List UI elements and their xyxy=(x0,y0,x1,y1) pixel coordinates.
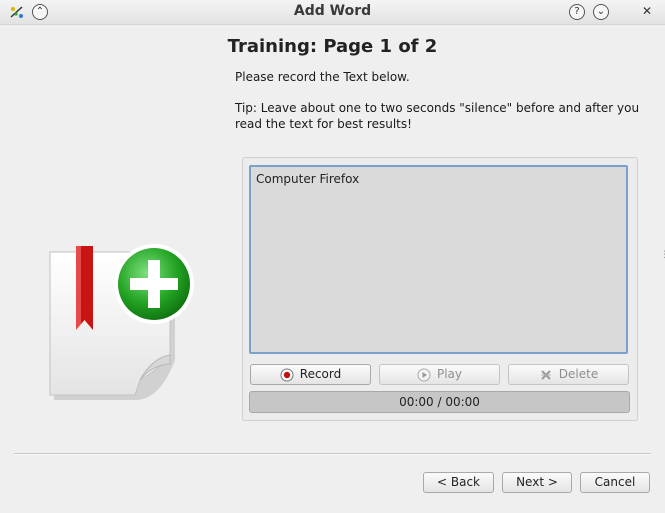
resize-grip[interactable]: ⋮ xyxy=(660,250,665,264)
recording-time: 00:00 / 00:00 xyxy=(399,395,480,409)
chevron-down-icon: ⌄ xyxy=(596,6,606,17)
page-title: Training: Page 1 of 2 xyxy=(227,36,438,57)
next-label: Next > xyxy=(516,475,558,489)
back-button[interactable]: < Back xyxy=(423,472,494,493)
back-label: < Back xyxy=(436,475,480,489)
cancel-button[interactable]: Cancel xyxy=(580,472,650,493)
window-menu-button[interactable]: ⌄ xyxy=(593,4,609,20)
window-title: Add Word xyxy=(293,3,372,19)
prompt-text: Computer Firefox xyxy=(256,172,360,186)
title-bar: ⌃ Add Word ? ⌄ ✕ xyxy=(0,0,665,25)
delete-icon xyxy=(540,369,551,380)
close-button[interactable]: ✕ xyxy=(640,4,654,18)
help-button[interactable]: ? xyxy=(569,4,585,20)
record-button[interactable]: Record xyxy=(250,364,371,385)
prompt-text-area[interactable]: Computer Firefox xyxy=(249,165,628,354)
instruction-text: Please record the Text below. xyxy=(235,70,410,84)
delete-label: Delete xyxy=(558,367,599,381)
play-button[interactable]: Play xyxy=(379,364,500,385)
play-label: Play xyxy=(436,367,463,381)
next-button[interactable]: Next > xyxy=(502,472,572,493)
tip-text: Tip: Leave about one to two seconds "sil… xyxy=(235,101,640,131)
record-label: Record xyxy=(299,367,342,381)
help-icon: ? xyxy=(574,6,580,17)
close-icon: ✕ xyxy=(641,4,653,18)
play-icon xyxy=(417,368,431,381)
recording-progress-bar: 00:00 / 00:00 xyxy=(249,391,630,413)
delete-button[interactable]: Delete xyxy=(508,364,629,385)
add-word-dialog: ⌃ Add Word ? ⌄ ✕ Training: Page 1 of 2 P… xyxy=(0,0,665,513)
record-icon xyxy=(280,368,294,381)
bookmark-add-icon xyxy=(49,244,194,400)
separator xyxy=(14,453,651,455)
cancel-label: Cancel xyxy=(594,475,636,489)
